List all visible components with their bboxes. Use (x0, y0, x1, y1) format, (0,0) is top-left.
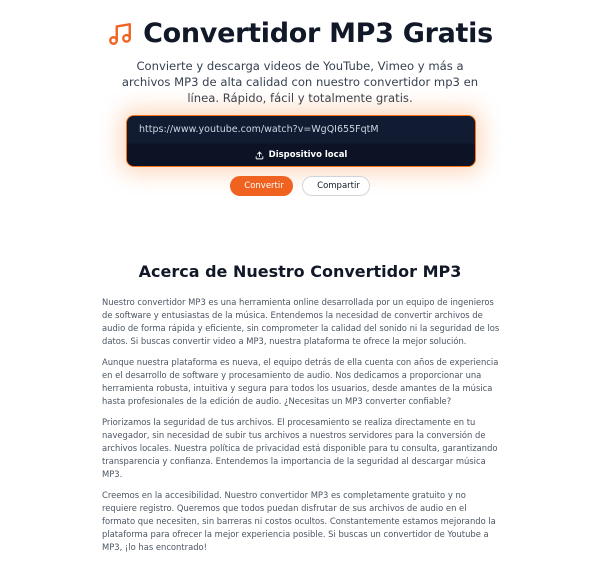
about-paragraph: Aunque nuestra plataforma es nueva, el e… (102, 357, 499, 406)
page-title: Convertidor MP3 Gratis (143, 18, 493, 49)
action-buttons: Convertir Compartir (0, 176, 600, 196)
page-subtitle: Convierte y descarga videos de YouTube, … (121, 59, 479, 105)
converter-panel: Dispositivo local (126, 115, 476, 167)
local-device-label: Dispositivo local (268, 150, 348, 160)
hero-header: Convertidor MP3 Gratis (0, 18, 600, 49)
share-label: Compartir (317, 181, 360, 191)
about-title: Acerca de Nuestro Convertidor MP3 (138, 262, 462, 281)
about-content: Nuestro convertidor MP3 es una herramien… (102, 296, 500, 562)
music-note-icon (109, 22, 132, 45)
about-paragraph: Nuestro convertidor MP3 es una herramien… (102, 297, 500, 346)
upload-icon (255, 151, 263, 159)
local-device-button[interactable]: Dispositivo local (127, 144, 475, 166)
url-input[interactable] (127, 116, 475, 143)
about-paragraph: Creemos en la accesibilidad. Nuestro con… (102, 490, 496, 552)
convert-label: Convertir (244, 181, 284, 191)
convert-button[interactable]: Convertir (230, 176, 293, 196)
share-button[interactable]: Compartir (302, 176, 370, 196)
about-paragraph: Priorizamos la seguridad de tus archivos… (102, 417, 498, 479)
